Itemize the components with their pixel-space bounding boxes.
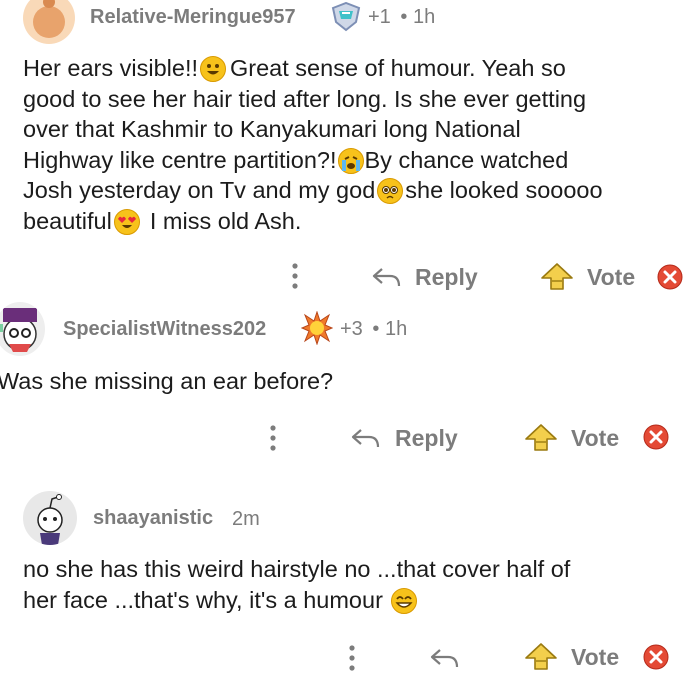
avatar-snoo-icon <box>37 494 63 545</box>
comment-body: Her ears visible!! Great sense of humour.… <box>23 55 603 235</box>
separator-dot: • <box>400 6 408 28</box>
reply-arrow-icon <box>430 649 459 668</box>
score: +3 <box>340 318 363 340</box>
reply-arrow-icon <box>372 268 401 287</box>
timestamp: 1h <box>384 318 408 340</box>
user-avatar[interactable] <box>23 0 75 44</box>
upvote-arrow-icon <box>525 643 557 670</box>
timestamp: 2m <box>232 508 260 530</box>
reply-label: Reply <box>415 263 478 290</box>
timestamp: 1h <box>412 6 436 28</box>
score: +1 <box>368 6 391 28</box>
upvote-arrow-icon <box>541 263 573 290</box>
vote-label: Vote <box>571 424 620 451</box>
vote-label: Vote <box>587 263 636 290</box>
comment-body: no she has this weird hairstyle no ...th… <box>23 556 571 614</box>
more-options-icon[interactable] <box>342 643 362 673</box>
reply-button[interactable]: Reply <box>349 423 458 453</box>
username[interactable]: Relative-Meringue957 <box>90 6 296 29</box>
more-options-icon[interactable] <box>285 261 305 291</box>
reply-button[interactable]: Reply <box>370 262 478 292</box>
vote-button[interactable]: Vote <box>525 423 619 453</box>
reply-arrow-icon <box>351 429 380 448</box>
close-x-icon[interactable] <box>643 644 669 670</box>
reply-label: Reply <box>395 424 458 451</box>
grinning-emoji-icon <box>200 56 226 82</box>
vote-label: Vote <box>571 643 620 670</box>
vote-button[interactable]: Vote <box>541 262 635 292</box>
reply-button[interactable] <box>428 643 462 673</box>
separator-dot: • <box>372 318 380 340</box>
avatar-snoo-icon <box>33 0 65 38</box>
heart-eyes-emoji-icon <box>113 208 140 235</box>
username[interactable]: SpecialistWitness202 <box>63 318 266 341</box>
comment-body: Was she missing an ear before? <box>0 368 334 394</box>
more-options-icon[interactable] <box>263 423 283 453</box>
username[interactable]: shaayanistic <box>93 507 213 530</box>
award-badge-icon <box>300 310 334 346</box>
crying-emoji-icon <box>337 147 364 174</box>
upvote-arrow-icon <box>525 424 557 451</box>
user-avatar[interactable] <box>23 491 77 545</box>
award-badge-icon <box>330 1 362 32</box>
close-x-icon[interactable] <box>657 264 683 290</box>
beaming-grin-emoji-icon <box>390 587 417 614</box>
vote-button[interactable]: Vote <box>525 642 619 672</box>
close-x-icon[interactable] <box>643 424 669 450</box>
avatar-snoo-icon <box>0 308 37 352</box>
user-avatar[interactable] <box>0 302 45 356</box>
pleading-emoji-icon <box>377 178 404 204</box>
